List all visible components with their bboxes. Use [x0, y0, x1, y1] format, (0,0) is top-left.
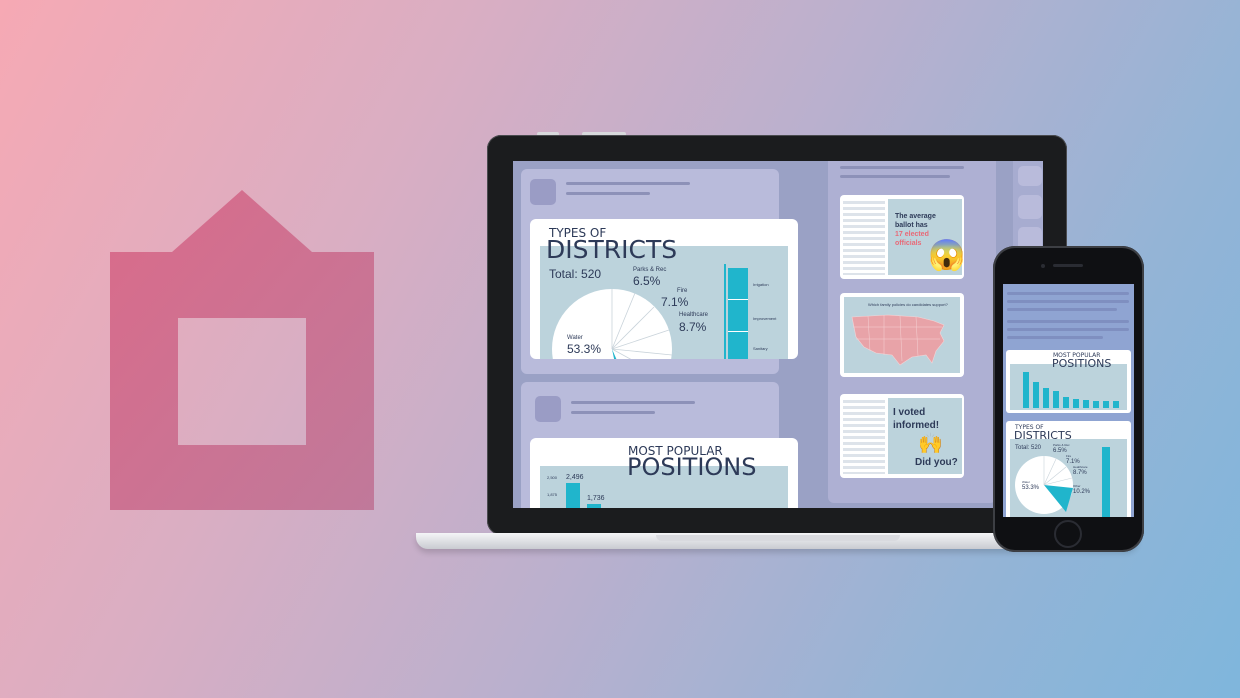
- ballot-text: The average: [895, 213, 936, 220]
- placeholder-line: [566, 192, 650, 195]
- slice-label: Parks & Rec: [633, 267, 667, 273]
- placeholder-line: [566, 182, 690, 185]
- positions-chart-card[interactable]: MOST POPULAR POSITIONS 2,500 1,875 2,496…: [530, 438, 798, 508]
- home-button[interactable]: [1054, 520, 1082, 548]
- total-label: Total: 520: [549, 267, 602, 281]
- map-thumbnail[interactable]: Which family policies do candidates supp…: [840, 293, 964, 377]
- placeholder-line: [840, 175, 950, 178]
- phone-districts-card[interactable]: TYPES OF DISTRICTS Total: 520 Parks & Re…: [1006, 421, 1131, 517]
- slice-label: Fire: [1066, 454, 1072, 458]
- raised-hands-emoji-icon: 🙌: [918, 433, 943, 455]
- slice-label: Other: [1073, 484, 1081, 488]
- laptop-notch: [656, 535, 900, 541]
- us-map-icon: [851, 314, 945, 366]
- avatar: [530, 179, 556, 205]
- thumbnail-column: The average ballot has 17 elected offici…: [828, 161, 996, 503]
- placeholder-line: [571, 401, 695, 404]
- placeholder-line: [1007, 292, 1129, 295]
- placeholder-line: [1007, 300, 1129, 303]
- bar: [1023, 372, 1029, 408]
- districts-chart-card[interactable]: TYPES OF DISTRICTS Total: 520 Parks & Re…: [530, 219, 798, 359]
- bar: [1043, 388, 1049, 408]
- ballot-image: [843, 400, 885, 474]
- bar-divider: [728, 331, 748, 332]
- slice-value: 6.5%: [1053, 448, 1067, 454]
- slice-value: 10.2%: [1073, 489, 1091, 495]
- slice-value: 53.3%: [567, 342, 602, 356]
- bar: [1053, 391, 1059, 408]
- slice-value: 8.7%: [679, 320, 707, 334]
- placeholder-line: [571, 411, 655, 414]
- voted-text: I voted: [893, 407, 926, 418]
- axis-tick: 1,875: [547, 492, 558, 497]
- bar-label: Improvement: [753, 316, 777, 321]
- slice-label: Water: [1022, 480, 1030, 484]
- bar-label: Sanitary: [753, 346, 768, 351]
- slice-label: Water: [567, 335, 583, 341]
- slice-label: Healthcare: [679, 312, 709, 318]
- placeholder-line: [1007, 328, 1129, 331]
- scream-emoji-icon: 😱: [928, 239, 964, 272]
- feed-panel: TYPES OF DISTRICTS Total: 520 Parks & Re…: [521, 169, 798, 374]
- bar-divider: [728, 299, 748, 300]
- ballot-image: [843, 201, 885, 275]
- districts-title-big: DISTRICTS: [1014, 429, 1072, 442]
- strip-button[interactable]: [1018, 166, 1042, 186]
- slice-label: Fire: [677, 288, 688, 294]
- camera-icon: [1041, 264, 1045, 268]
- ballot-highlight: 17 elected: [895, 231, 929, 238]
- slice-value: 53.3%: [1022, 485, 1040, 491]
- voted-text: Did you?: [915, 457, 958, 468]
- strip-button[interactable]: [1018, 195, 1042, 219]
- placeholder-line: [840, 166, 964, 169]
- bar: [1113, 401, 1119, 408]
- bar-value: 1,736: [587, 495, 605, 502]
- ballot-thumbnail[interactable]: The average ballot has 17 elected offici…: [840, 195, 964, 279]
- bar: [1033, 382, 1039, 408]
- bar-value: 2,496: [566, 474, 584, 481]
- bar: [1083, 400, 1089, 408]
- axis-tick: 2,500: [547, 475, 558, 480]
- app-logo-icon: [110, 190, 374, 510]
- placeholder-line: [1007, 336, 1103, 339]
- total-label: Total: 520: [1015, 445, 1042, 451]
- slice-value: 6.5%: [633, 274, 661, 288]
- stack-axis: [724, 264, 726, 359]
- phone-positions-card[interactable]: MOST POPULAR POSITIONS: [1006, 350, 1131, 413]
- slice-label: Healthcare: [1073, 465, 1088, 469]
- voted-text: informed!: [893, 420, 940, 431]
- feed-panel: MOST POPULAR POSITIONS 2,500 1,875 2,496…: [521, 382, 798, 508]
- bar: [1103, 401, 1109, 408]
- slice-label: Parks & Rec: [1053, 443, 1070, 447]
- ballot-text: ballot has: [895, 222, 928, 229]
- positions-title-big: POSITIONS: [1052, 357, 1112, 370]
- stacked-bar: [728, 268, 748, 359]
- slice-value: 7.1%: [661, 295, 689, 309]
- avatar: [535, 396, 561, 422]
- slice-value: 8.7%: [1073, 470, 1087, 476]
- placeholder-line: [1007, 308, 1117, 311]
- bar-label: Irrigation: [753, 282, 769, 287]
- bar: [1063, 397, 1069, 408]
- bar: [1093, 401, 1099, 408]
- positions-title-big: POSITIONS: [627, 453, 757, 481]
- voted-thumbnail[interactable]: I voted informed! 🙌 Did you?: [840, 394, 964, 478]
- districts-title-big: DISTRICTS: [546, 235, 678, 264]
- speaker-grille: [1053, 264, 1083, 267]
- laptop-screen: TYPES OF DISTRICTS Total: 520 Parks & Re…: [513, 161, 1043, 508]
- bar: [566, 483, 580, 508]
- map-question: Which family policies do candidates supp…: [868, 302, 948, 307]
- stacked-bar: [1102, 447, 1110, 517]
- ballot-highlight: officials: [895, 240, 922, 247]
- bar: [587, 504, 601, 508]
- phone-screen: MOST POPULAR POSITIONS TYPES OF DISTRICT…: [1003, 284, 1134, 517]
- placeholder-line: [1007, 320, 1129, 323]
- bar: [1073, 399, 1079, 408]
